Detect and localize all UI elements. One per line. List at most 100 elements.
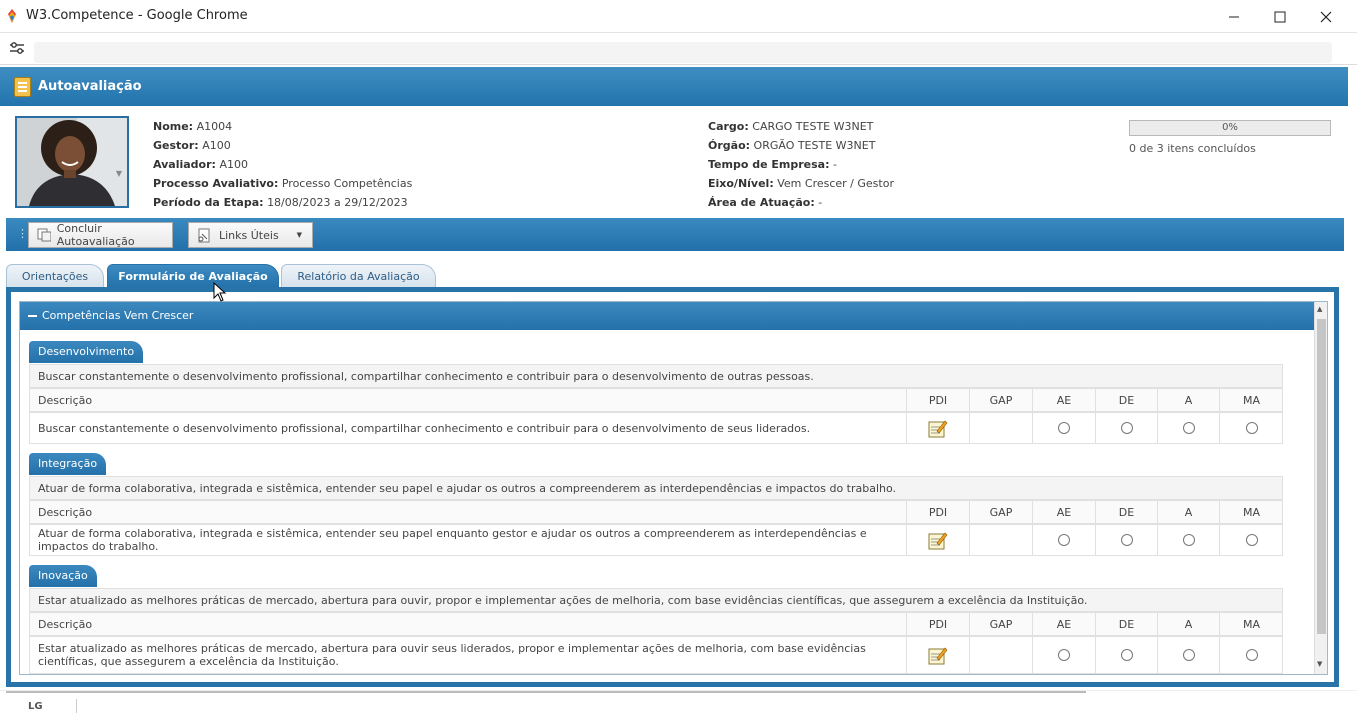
info-value: A100 (219, 158, 248, 171)
scrollbar-thumb[interactable] (1317, 319, 1326, 634)
window-title: W3.Competence - Google Chrome (26, 8, 248, 23)
useful-links-button[interactable]: Links Úteis ▼ (188, 222, 313, 248)
panel-title: Competências Vem Crescer (42, 309, 194, 322)
info-row: Avaliador: A100 (153, 155, 412, 174)
close-button[interactable] (1303, 0, 1349, 33)
scroll-down-icon[interactable]: ▼ (1317, 660, 1322, 668)
column-a: A (1157, 613, 1219, 635)
edit-note-icon[interactable] (928, 419, 948, 438)
profile-info-left: Nome: A1004 Gestor: A100 Avaliador: A100… (153, 117, 412, 212)
url-field[interactable] (34, 42, 1332, 63)
site-settings-icon[interactable] (9, 41, 25, 55)
item-description: Atuar de forma colaborativa, integrada e… (38, 527, 867, 553)
mouse-cursor-icon (213, 282, 227, 302)
info-row: Órgão: ORGÃO TESTE W3NET (708, 136, 894, 155)
radio-ae[interactable] (1058, 422, 1070, 434)
a-cell (1157, 525, 1219, 555)
info-label: Período da Etapa: (153, 196, 264, 209)
radio-de[interactable] (1120, 649, 1133, 661)
info-row: Tempo de Empresa: - (708, 155, 894, 174)
horizontal-scrollbar[interactable] (6, 691, 1086, 693)
info-row: Processo Avaliativo: Processo Competênci… (153, 174, 412, 193)
column-header-row: Descrição PDI GAP AE DE A MA (29, 612, 1283, 636)
radio-ma[interactable] (1245, 422, 1258, 434)
column-pdi: PDI (906, 501, 969, 523)
info-value: ORGÃO TESTE W3NET (753, 139, 876, 152)
column-ae: AE (1032, 613, 1095, 635)
competency-group: Integração Atuar de forma colaborativa, … (29, 453, 1283, 558)
info-row: Período da Etapa: 18/08/2023 a 29/12/202… (153, 193, 412, 212)
info-label: Gestor: (153, 139, 199, 152)
competency-title: Desenvolvimento (29, 341, 144, 363)
toolbar-grip-icon: ⋮ (17, 227, 28, 240)
info-label: Eixo/Nível: (708, 177, 774, 190)
radio-de[interactable] (1120, 534, 1133, 546)
pdi-cell (906, 413, 969, 443)
column-gap: GAP (969, 613, 1032, 635)
panel-header[interactable]: Competências Vem Crescer (20, 302, 1316, 330)
column-header-row: Descrição PDI GAP AE DE A MA (29, 500, 1283, 524)
copy-document-icon (37, 228, 51, 242)
maximize-icon (1274, 11, 1286, 22)
table-row: Buscar constantemente o desenvolvimento … (29, 412, 1283, 444)
radio-de[interactable] (1120, 422, 1133, 434)
column-gap: GAP (969, 501, 1032, 523)
column-de: DE (1095, 613, 1157, 635)
conclude-self-evaluation-button[interactable]: Concluir Autoavaliação (28, 222, 173, 248)
tab-formulario[interactable]: Formulário de Avaliação (107, 264, 279, 288)
table-row: Estar atualizado as melhores práticas de… (29, 636, 1283, 674)
column-ma: MA (1219, 613, 1283, 635)
minimize-button[interactable] (1211, 0, 1257, 33)
radio-a[interactable] (1182, 534, 1195, 546)
column-desc: Descrição (38, 393, 93, 407)
info-value: 18/08/2023 a 29/12/2023 (267, 196, 408, 209)
info-value: - (818, 196, 823, 209)
radio-a[interactable] (1182, 422, 1195, 434)
radio-ma[interactable] (1245, 649, 1258, 661)
divider (76, 699, 77, 713)
column-de: DE (1095, 501, 1157, 523)
edit-note-icon[interactable] (928, 531, 948, 550)
column-desc: Descrição (38, 505, 93, 519)
edit-note-icon[interactable] (928, 646, 948, 665)
minimize-icon (1229, 16, 1239, 17)
info-label: Cargo: (708, 120, 749, 133)
action-toolbar: ⋮ Concluir Autoavaliação Links Úteis ▼ (6, 218, 1344, 251)
info-value: A1004 (196, 120, 233, 133)
avatar[interactable]: ▼ (15, 116, 129, 208)
vertical-scrollbar[interactable]: ▲ ▼ (1314, 302, 1327, 674)
status-bar: LG (0, 690, 1357, 720)
maximize-button[interactable] (1257, 0, 1303, 33)
tab-orientacoes[interactable]: Orientações (6, 264, 104, 288)
tab-relatorio[interactable]: Relatório da Avaliação (281, 264, 436, 288)
gap-cell (969, 525, 1032, 555)
page-header: Autoavaliação (0, 67, 1348, 106)
competency-summary: Atuar de forma colaborativa, integrada e… (29, 476, 1283, 500)
radio-a[interactable] (1182, 649, 1195, 661)
column-header-row: Descrição PDI GAP AE DE A MA (29, 388, 1283, 412)
chevron-down-icon: ▼ (296, 231, 302, 239)
radio-ae[interactable] (1058, 649, 1070, 661)
column-ae: AE (1032, 501, 1095, 523)
info-label: Tempo de Empresa: (708, 158, 830, 171)
info-value: - (833, 158, 837, 171)
competency-group: Desenvolvimento Buscar constantemente o … (29, 341, 1283, 446)
info-label: Avaliador: (153, 158, 216, 171)
a-cell (1157, 413, 1219, 443)
ma-cell (1219, 637, 1283, 673)
links-label: Links Úteis (219, 228, 279, 242)
column-pdi: PDI (906, 613, 969, 635)
info-row: Eixo/Nível: Vem Crescer / Gestor (708, 174, 894, 193)
collapse-icon[interactable] (28, 315, 37, 317)
radio-ae[interactable] (1058, 534, 1070, 546)
column-de: DE (1095, 389, 1157, 411)
radio-ma[interactable] (1245, 534, 1258, 546)
competency-title: Integração (29, 453, 107, 475)
progress-text: 0 de 3 itens concluídos (1129, 142, 1256, 155)
info-row: Área de Atuação: - (708, 193, 894, 212)
column-ae: AE (1032, 389, 1095, 411)
info-label: Processo Avaliativo: (153, 177, 279, 190)
column-pdi: PDI (906, 389, 969, 411)
competencies-panel: Competências Vem Crescer Desenvolvimento… (19, 301, 1328, 675)
scroll-up-icon[interactable]: ▲ (1317, 305, 1322, 313)
